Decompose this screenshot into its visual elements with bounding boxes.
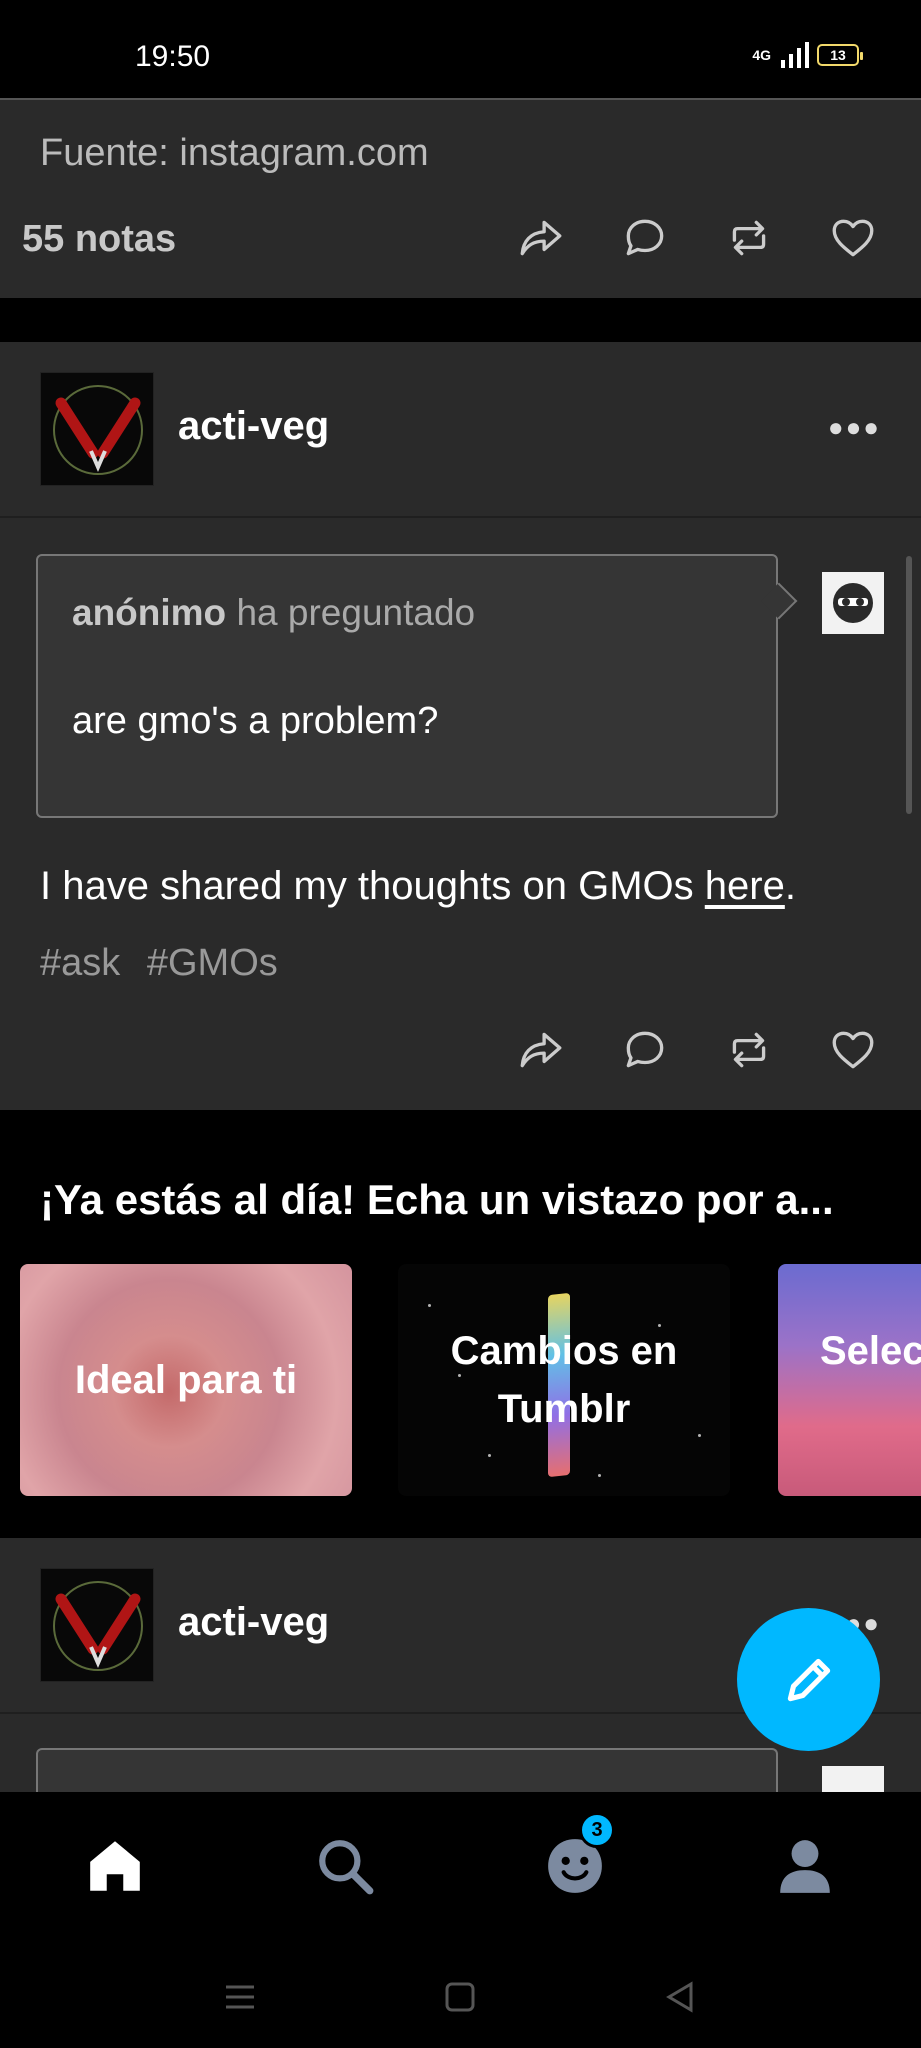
- anonymous-avatar: [822, 572, 884, 634]
- status-time: 19:50: [135, 40, 211, 73]
- back-icon: [666, 1981, 693, 2013]
- nav-home-button[interactable]: [430, 1970, 490, 2024]
- ask-bubble: anónimo ha preguntado are gmo's a proble…: [36, 554, 778, 818]
- status-icons: 4G 13: [752, 42, 863, 68]
- account-icon: [780, 1840, 830, 1893]
- heart-icon: [832, 1031, 874, 1069]
- next-blog-avatar-image: [53, 1581, 143, 1671]
- bottom-tab-bar: 3: [0, 1792, 921, 1948]
- square-icon: [445, 1982, 475, 2012]
- share-button[interactable]: [513, 210, 569, 266]
- tab-activity[interactable]: 3: [535, 1812, 615, 1906]
- post-source[interactable]: Fuente: instagram.com: [40, 132, 429, 175]
- post-body-text: I have shared my thoughts on GMOs: [40, 864, 705, 908]
- post-actions: [513, 1022, 881, 1078]
- reblog-button[interactable]: [721, 1022, 777, 1078]
- previous-post-actions: [513, 210, 881, 266]
- like-button[interactable]: [825, 210, 881, 266]
- next-blog-name[interactable]: acti-veg: [178, 1600, 329, 1645]
- comment-icon: [626, 219, 664, 256]
- battery-icon: 13: [817, 44, 863, 66]
- menu-icon: [226, 1985, 254, 2009]
- post-tags: #ask #GMOs: [40, 942, 294, 985]
- blog-avatar-image: [53, 385, 143, 475]
- tile-for-you[interactable]: Ideal para ti: [20, 1264, 352, 1496]
- tag-gmos[interactable]: #GMOs: [147, 942, 278, 984]
- ask-scroll-indicator: [906, 556, 912, 814]
- more-options-button[interactable]: ●●●: [828, 412, 881, 443]
- header-separator: [0, 516, 921, 518]
- star-decoration: [598, 1474, 601, 1477]
- tab-account[interactable]: [765, 1826, 845, 1906]
- tag-ask[interactable]: #ask: [40, 942, 120, 984]
- tile-third[interactable]: Selec eq: [778, 1264, 921, 1496]
- ask-question: are gmo's a problem?: [72, 700, 439, 742]
- blog-name[interactable]: acti-veg: [178, 404, 329, 449]
- notes-count[interactable]: 55 notas: [22, 218, 176, 261]
- asker-name[interactable]: anónimo: [72, 592, 226, 633]
- tile-tumblr-changes-line2: Tumblr: [497, 1387, 631, 1431]
- blog-avatar[interactable]: [40, 372, 154, 486]
- share-icon: [520, 1032, 562, 1068]
- next-blog-avatar[interactable]: [40, 1568, 154, 1682]
- signal-icon: [781, 42, 809, 68]
- nav-menu-button[interactable]: [210, 1970, 270, 2024]
- caught-up-title: ¡Ya estás al día! Echa un vistazo por a.…: [40, 1176, 834, 1223]
- status-bar: 19:50 4G 13: [0, 0, 921, 98]
- reblog-button[interactable]: [721, 210, 777, 266]
- ask-attribution: anónimo ha preguntado: [72, 592, 475, 634]
- home-icon: [90, 1841, 140, 1891]
- tile-tumblr-changes-label: Cambios en Tumblr: [451, 1322, 678, 1438]
- post-body-punct: .: [784, 864, 796, 908]
- heart-icon: [832, 219, 874, 257]
- search-icon: [319, 1840, 374, 1895]
- star-decoration: [428, 1304, 431, 1307]
- system-nav-bar: [0, 1948, 921, 2048]
- tile-third-line2: eq: [820, 1387, 921, 1431]
- reply-button[interactable]: [617, 1022, 673, 1078]
- star-decoration: [698, 1434, 701, 1437]
- tab-home[interactable]: [75, 1826, 155, 1906]
- network-type: 4G: [752, 47, 771, 63]
- star-decoration: [488, 1454, 491, 1457]
- comment-icon: [626, 1031, 664, 1068]
- reblog-icon: [732, 220, 766, 256]
- tile-third-line1: Selec: [820, 1329, 921, 1373]
- post-header: acti-veg ●●●: [0, 342, 921, 512]
- previous-post-card: [0, 100, 921, 298]
- explore-carousel: Ideal para ti Cambios en Tumblr Selec eq: [0, 1264, 921, 1496]
- nav-back-button[interactable]: [650, 1970, 710, 2024]
- compose-button[interactable]: [737, 1608, 880, 1751]
- reblog-icon: [732, 1032, 766, 1068]
- tile-tumblr-changes[interactable]: Cambios en Tumblr: [398, 1264, 730, 1496]
- tile-tumblr-changes-line1: Cambios en: [450, 1329, 678, 1373]
- pencil-icon: [787, 1658, 830, 1701]
- anonymous-icon: [833, 583, 873, 623]
- like-button[interactable]: [825, 1022, 881, 1078]
- share-button[interactable]: [513, 1022, 569, 1078]
- tile-for-you-label: Ideal para ti: [74, 1358, 298, 1402]
- reply-button[interactable]: [617, 210, 673, 266]
- share-icon: [520, 220, 562, 256]
- tile-third-label: Selec eq: [820, 1322, 921, 1438]
- tab-search[interactable]: [305, 1826, 385, 1906]
- asked-label: ha preguntado: [226, 592, 476, 633]
- post-body-link[interactable]: here: [705, 864, 785, 908]
- post-body: I have shared my thoughts on GMOs here.: [40, 864, 796, 909]
- activity-badge: 3: [579, 1812, 615, 1848]
